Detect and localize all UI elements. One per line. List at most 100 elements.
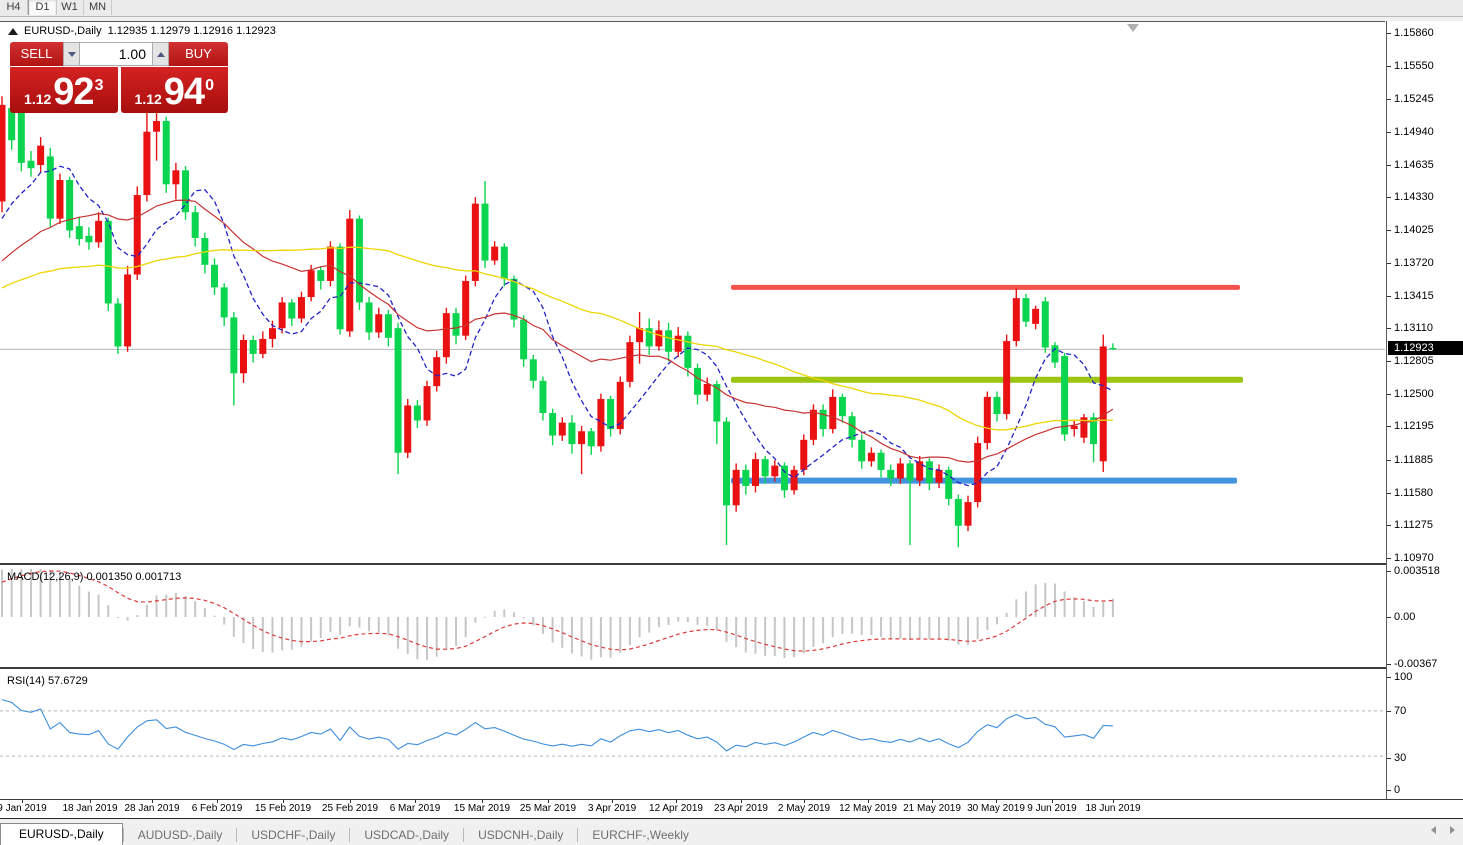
symbol-tab-bar: EURUSD-,DailyAUDUSD-,DailyUSDCHF-,DailyU… <box>0 818 1463 845</box>
price-axis-label: 1.11580 <box>1394 487 1433 499</box>
date-axis-label: 15 Feb 2019 <box>255 803 311 814</box>
date-axis-label: 23 Apr 2019 <box>714 803 768 814</box>
price-axis-label-tick <box>1387 525 1391 526</box>
rsi-axis-label: 0 <box>1394 784 1400 796</box>
volume-increase-stepper[interactable] <box>152 42 169 66</box>
volume-decrease-stepper[interactable] <box>63 42 80 66</box>
price-axis-label: 1.13110 <box>1394 322 1433 334</box>
buy-price-box[interactable]: 1.12 94 0 <box>121 67 229 113</box>
price-axis-label-tick <box>1387 426 1391 427</box>
timeframe-toolbar: H4 D1 W1 MN <box>0 0 1463 17</box>
price-axis-label-tick <box>1387 66 1391 67</box>
symbol-tab-usdcad[interactable]: USDCAD-,Daily <box>350 826 463 845</box>
symbol-tab-audusd[interactable]: AUDUSD-,Daily <box>124 826 237 845</box>
price-axis-label: 1.15550 <box>1394 60 1434 72</box>
timeframe-tab-w1[interactable]: W1 <box>56 0 84 15</box>
sell-price-box[interactable]: 1.12 92 3 <box>10 67 118 113</box>
price-axis[interactable]: 1.158601.155501.152451.149401.146351.143… <box>1386 21 1463 799</box>
price-axis-label-tick <box>1387 328 1391 329</box>
price-axis-label-tick <box>1387 361 1391 362</box>
level-line-resistance <box>731 285 1240 290</box>
chart-quote-ohlc: 1.12935 1.12979 1.12916 1.12923 <box>108 25 276 37</box>
sell-button[interactable]: SELL <box>10 42 63 66</box>
chart-shift-marker-icon[interactable] <box>1127 24 1139 32</box>
buy-price-pipette: 0 <box>205 67 214 105</box>
date-axis-label: 18 Jun 2019 <box>1085 803 1140 814</box>
scroll-left-icon[interactable] <box>1431 826 1436 834</box>
date-axis-label: 3 Apr 2019 <box>588 803 636 814</box>
date-axis-label: 12 Apr 2019 <box>649 803 703 814</box>
rsi-axis-label-tick <box>1387 677 1391 678</box>
sell-price-prefix: 1.12 <box>24 89 51 109</box>
timeframe-tab-d1[interactable]: D1 <box>28 0 57 15</box>
macd-axis-label: 0.003518 <box>1394 565 1440 577</box>
one-click-trade-panel: SELL BUY 1.12 92 3 1.12 94 0 <box>10 42 228 113</box>
price-axis-label-tick <box>1387 263 1391 264</box>
price-axis-label-tick <box>1387 230 1391 231</box>
buy-price-prefix: 1.12 <box>135 89 162 109</box>
timeframe-tab-h4[interactable]: H4 <box>0 0 28 15</box>
rsi-axis-label-tick <box>1387 758 1391 759</box>
symbol-tab-eurchf[interactable]: EURCHF-,Weekly <box>578 826 702 845</box>
symbol-tab-usdchf[interactable]: USDCHF-,Daily <box>237 826 349 845</box>
rsi-panel[interactable]: RSI(14) 57.6729 <box>0 670 1385 799</box>
date-axis-label: 30 May 2019 <box>967 803 1025 814</box>
price-axis-label-tick <box>1387 296 1391 297</box>
date-axis-label: 12 May 2019 <box>839 803 897 814</box>
price-axis-label-tick <box>1387 197 1391 198</box>
price-axis-label-tick <box>1387 460 1391 461</box>
date-axis-label: 28 Jan 2019 <box>124 803 179 814</box>
chart-title: EURUSD-,Daily 1.12935 1.12979 1.12916 1.… <box>8 25 276 37</box>
sell-price-pipette: 3 <box>95 67 104 105</box>
macd-panel[interactable]: MACD(12,26,9) 0.001350 0.001713 <box>0 566 1385 667</box>
macd-signal-line <box>2 571 1113 651</box>
panel-separator[interactable] <box>0 667 1463 669</box>
price-axis-label: 1.12195 <box>1394 420 1434 432</box>
price-axis-label: 1.14330 <box>1394 191 1434 203</box>
price-axis-label-tick <box>1387 33 1391 34</box>
price-axis-label: 1.11885 <box>1394 454 1433 466</box>
macd-chart[interactable] <box>0 566 1385 667</box>
date-axis-label: 9 Jun 2019 <box>1027 803 1077 814</box>
moving-average-21 <box>2 200 1113 462</box>
date-axis-label: 2 May 2019 <box>778 803 830 814</box>
panel-separator[interactable] <box>0 563 1463 565</box>
price-axis-label-tick <box>1387 99 1391 100</box>
symbol-tab-eurusd[interactable]: EURUSD-,Daily <box>0 823 123 845</box>
price-axis-label: 1.14025 <box>1394 224 1434 236</box>
price-axis-label-tick <box>1387 558 1391 559</box>
level-line-support <box>731 478 1237 484</box>
price-axis-label-tick <box>1387 493 1391 494</box>
price-axis-label: 1.15245 <box>1394 93 1434 105</box>
rsi-label: RSI(14) 57.6729 <box>7 675 88 687</box>
price-axis-label-tick <box>1387 132 1391 133</box>
rsi-axis-label-tick <box>1387 790 1391 791</box>
rsi-chart[interactable] <box>0 670 1385 799</box>
timeframe-tab-mn[interactable]: MN <box>84 0 112 15</box>
macd-label: MACD(12,26,9) 0.001350 0.001713 <box>7 571 181 583</box>
macd-axis-label-tick <box>1387 664 1391 665</box>
price-axis-label: 1.13720 <box>1394 257 1434 269</box>
moving-average-8 <box>2 166 1113 485</box>
price-axis-label: 1.10970 <box>1394 552 1434 564</box>
price-axis-label-tick <box>1387 165 1391 166</box>
collapse-arrow-icon[interactable] <box>8 28 18 35</box>
sell-price-big: 92 <box>53 75 93 109</box>
date-axis-label: 18 Jan 2019 <box>62 803 117 814</box>
buy-button[interactable]: BUY <box>169 42 228 66</box>
macd-axis-label: -0.00367 <box>1394 658 1437 670</box>
spinner-down-icon <box>68 52 76 57</box>
price-axis-label: 1.13415 <box>1394 290 1434 302</box>
macd-axis-label: 0.00 <box>1394 611 1415 623</box>
rsi-axis-label: 100 <box>1394 671 1412 683</box>
date-axis-label: 6 Mar 2019 <box>390 803 441 814</box>
scroll-right-icon[interactable] <box>1450 826 1455 834</box>
price-axis-label: 1.11275 <box>1394 519 1433 531</box>
symbol-tab-usdcnh[interactable]: USDCNH-,Daily <box>464 826 577 845</box>
macd-axis-label-tick <box>1387 571 1391 572</box>
date-axis[interactable]: 9 Jan 2019 18 Jan 2019 28 Jan 2019 6 Feb 20… <box>0 800 1463 817</box>
date-axis-label: 6 Feb 2019 <box>192 803 243 814</box>
date-axis-label: 9 Jan 2019 <box>0 803 47 814</box>
chart-symbol-label: EURUSD-,Daily <box>24 25 102 37</box>
volume-input[interactable] <box>80 42 152 66</box>
